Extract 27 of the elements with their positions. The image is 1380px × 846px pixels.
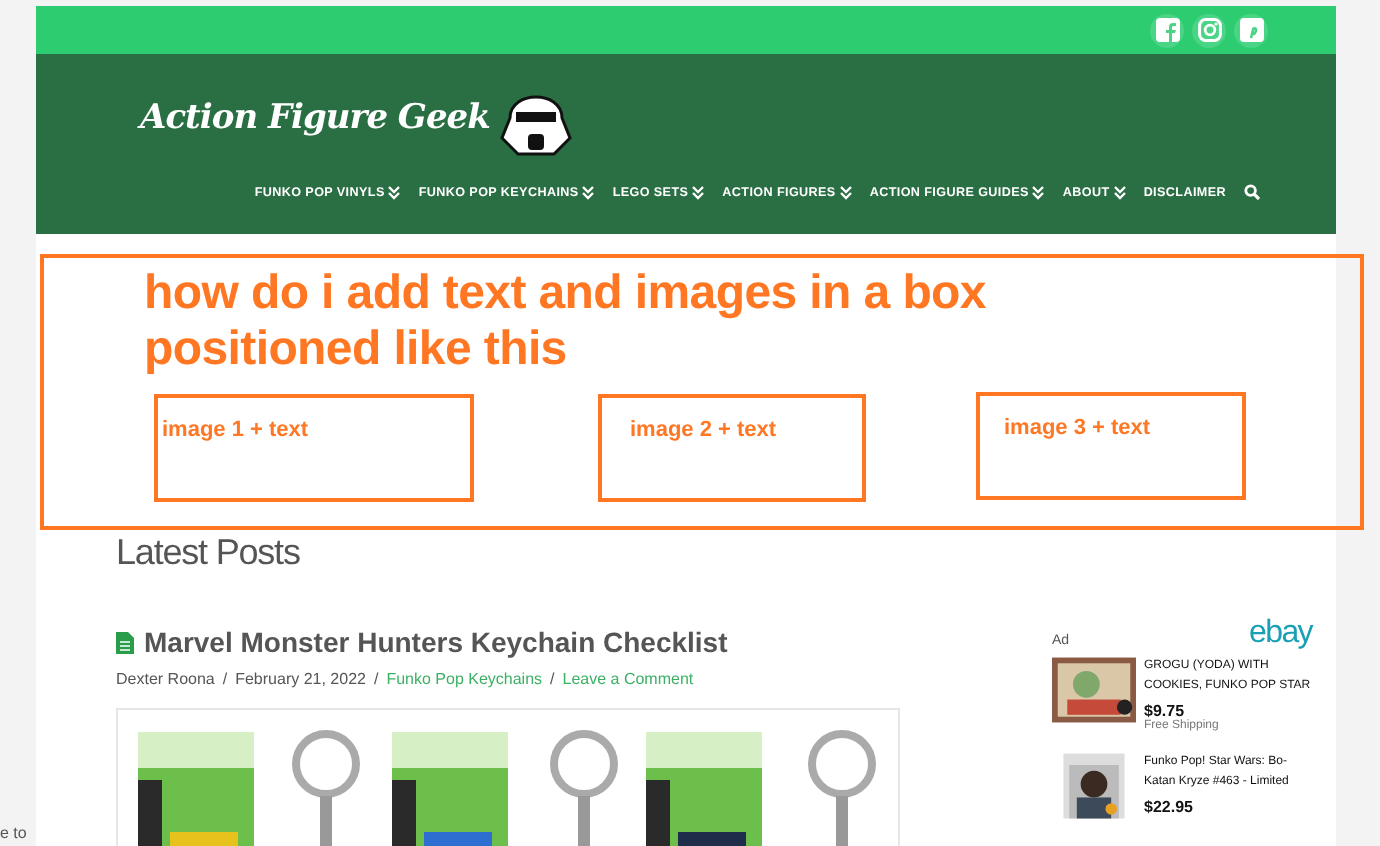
instagram-icon[interactable]: [1192, 13, 1226, 47]
product-price: $22.95: [1144, 798, 1195, 816]
document-icon: [116, 631, 134, 653]
chevron-icon: [1032, 185, 1045, 199]
section-heading: Latest Posts: [116, 534, 300, 570]
annotation-label: image 3 + text: [1004, 416, 1151, 440]
product-price: $9.75: [1144, 702, 1185, 720]
annotation-text: how do i add text and images in a box positioned like this: [144, 266, 988, 378]
chevron-icon: [692, 185, 705, 199]
chevron-icon: [1113, 185, 1126, 199]
annotation-label: image 1 + text: [162, 418, 309, 442]
separator: /: [222, 670, 228, 688]
post-title-link[interactable]: Marvel Monster Hunters Keychain Checklist: [144, 626, 728, 658]
author-name: Dexter Roona: [116, 670, 215, 688]
search-icon[interactable]: [1244, 184, 1260, 200]
facebook-icon[interactable]: [1150, 13, 1184, 47]
annotation-label: image 2 + text: [630, 418, 777, 442]
site-logo-text[interactable]: Action Figure Geek: [140, 98, 490, 138]
separator: /: [550, 670, 555, 688]
chevron-icon: [839, 185, 852, 199]
pinterest-icon[interactable]: [1234, 13, 1268, 47]
separator: /: [373, 670, 379, 688]
cut-off-text: e to: [0, 824, 27, 842]
post-date: February 21, 2022: [235, 670, 366, 688]
chevron-icon: [388, 185, 401, 199]
brand-logo-text: ebay: [1249, 620, 1312, 648]
chevron-icon: [582, 185, 595, 199]
